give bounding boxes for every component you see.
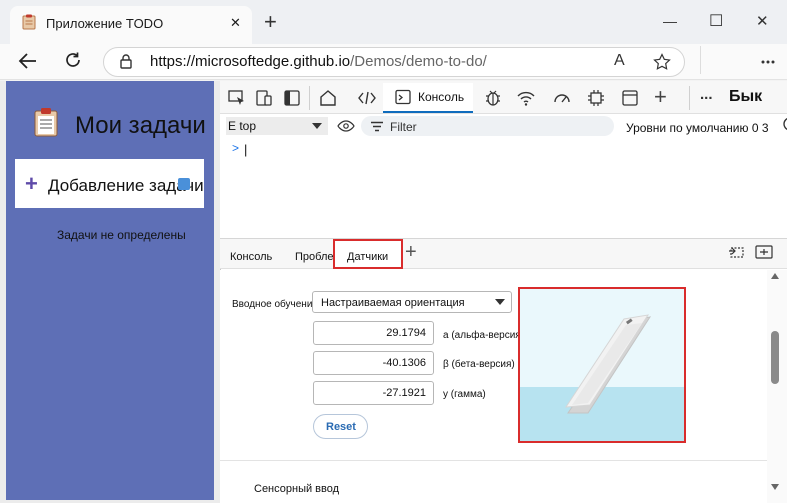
device-emulation-icon[interactable] xyxy=(254,88,274,108)
url-text: https://microsoftedge.github.io/Demos/de… xyxy=(150,53,487,70)
beta-label: β (бета-версия) xyxy=(443,359,515,370)
scroll-up-arrow-icon[interactable] xyxy=(771,273,779,279)
settings-gear-icon[interactable] xyxy=(782,115,787,133)
empty-state-text: Задачи не определены xyxy=(57,228,186,242)
dropdown-arrow-icon xyxy=(311,122,323,130)
drawer-add-tab-icon[interactable]: + xyxy=(405,241,417,264)
close-window-button[interactable]: ✕ xyxy=(756,12,769,30)
console-output[interactable] xyxy=(220,140,787,238)
maximize-button[interactable]: ☐ xyxy=(709,11,723,31)
plus-icon: + xyxy=(25,171,38,196)
console-icon xyxy=(395,89,411,105)
settings-more-icon[interactable] xyxy=(760,53,776,71)
clipboard-icon xyxy=(33,107,59,137)
close-drawer-icon[interactable] xyxy=(755,245,773,259)
tab-console-label: Консоль xyxy=(418,90,465,104)
minimize-button[interactable]: — xyxy=(663,13,677,29)
sources-bug-icon[interactable] xyxy=(483,88,503,108)
lock-icon[interactable] xyxy=(120,54,132,69)
todo-app-panel xyxy=(6,81,214,500)
filter-placeholder: Filter xyxy=(390,120,417,134)
alpha-label: а (альфа-версия) xyxy=(443,330,525,341)
log-levels-dropdown[interactable]: Уровни по умолчанию 0 3 xyxy=(626,121,769,135)
memory-chip-icon[interactable] xyxy=(586,88,606,108)
close-tab-icon[interactable]: ✕ xyxy=(230,15,241,31)
scrollbar-thumb[interactable] xyxy=(771,331,779,384)
notepad-tab-icon xyxy=(22,14,36,30)
drawer-tab-sensors-label: Датчики xyxy=(347,251,389,263)
section-divider xyxy=(220,460,767,461)
refresh-icon[interactable] xyxy=(64,51,82,69)
read-aloud-icon[interactable]: A xyxy=(614,52,625,70)
new-tab-button[interactable]: + xyxy=(264,9,277,35)
input-cursor-icon xyxy=(178,178,190,190)
dock-side-icon[interactable] xyxy=(282,88,302,108)
orientation-select-value: Настраиваемая ориентация xyxy=(321,297,465,309)
reset-button-label: Reset xyxy=(326,421,356,433)
application-icon[interactable] xyxy=(620,88,640,108)
beta-value: -40.1306 xyxy=(382,357,426,369)
console-input[interactable]: | xyxy=(244,142,247,157)
gamma-value: -27.1921 xyxy=(382,387,426,399)
network-wifi-icon[interactable] xyxy=(516,88,536,108)
device-orientation-preview[interactable] xyxy=(518,287,686,443)
elements-icon[interactable] xyxy=(357,88,377,108)
dock-drawer-icon[interactable] xyxy=(728,245,746,259)
eye-icon[interactable] xyxy=(337,119,355,133)
chevron-down-icon xyxy=(494,298,506,306)
gamma-input[interactable]: -27.1921 xyxy=(313,381,434,405)
tab-title: Приложение TODO xyxy=(46,16,164,31)
drawer-tab-console[interactable]: Консоль xyxy=(230,251,272,263)
home-icon[interactable] xyxy=(318,88,338,108)
favorites-star-icon[interactable] xyxy=(653,53,671,71)
scroll-down-arrow-icon[interactable] xyxy=(771,484,779,490)
devtools-truncated-label: Бык xyxy=(729,88,763,105)
divider xyxy=(700,46,701,74)
more-options-icon[interactable]: ... xyxy=(700,86,713,103)
alpha-value: 29.1794 xyxy=(386,327,426,339)
scrollbar[interactable] xyxy=(767,270,787,503)
touch-input-label: Сенсорный ввод xyxy=(254,483,340,495)
console-prompt-icon: > xyxy=(232,141,240,155)
gamma-label: у (гамма) xyxy=(443,389,486,400)
toolbar-divider xyxy=(689,86,690,110)
page-title: Мои задачи xyxy=(75,112,206,139)
back-arrow-icon[interactable] xyxy=(18,52,38,70)
context-selector-label: E top xyxy=(228,119,257,133)
more-tools-plus-icon[interactable]: + xyxy=(654,84,667,110)
beta-input[interactable]: -40.1306 xyxy=(313,351,434,375)
filter-icon xyxy=(370,121,384,132)
inspect-icon[interactable] xyxy=(227,88,247,108)
performance-gauge-icon[interactable] xyxy=(552,88,572,108)
toolbar-divider xyxy=(309,86,310,110)
orientation-label: Вводное обучение xyxy=(232,299,318,310)
alpha-input[interactable]: 29.1794 xyxy=(313,321,434,345)
